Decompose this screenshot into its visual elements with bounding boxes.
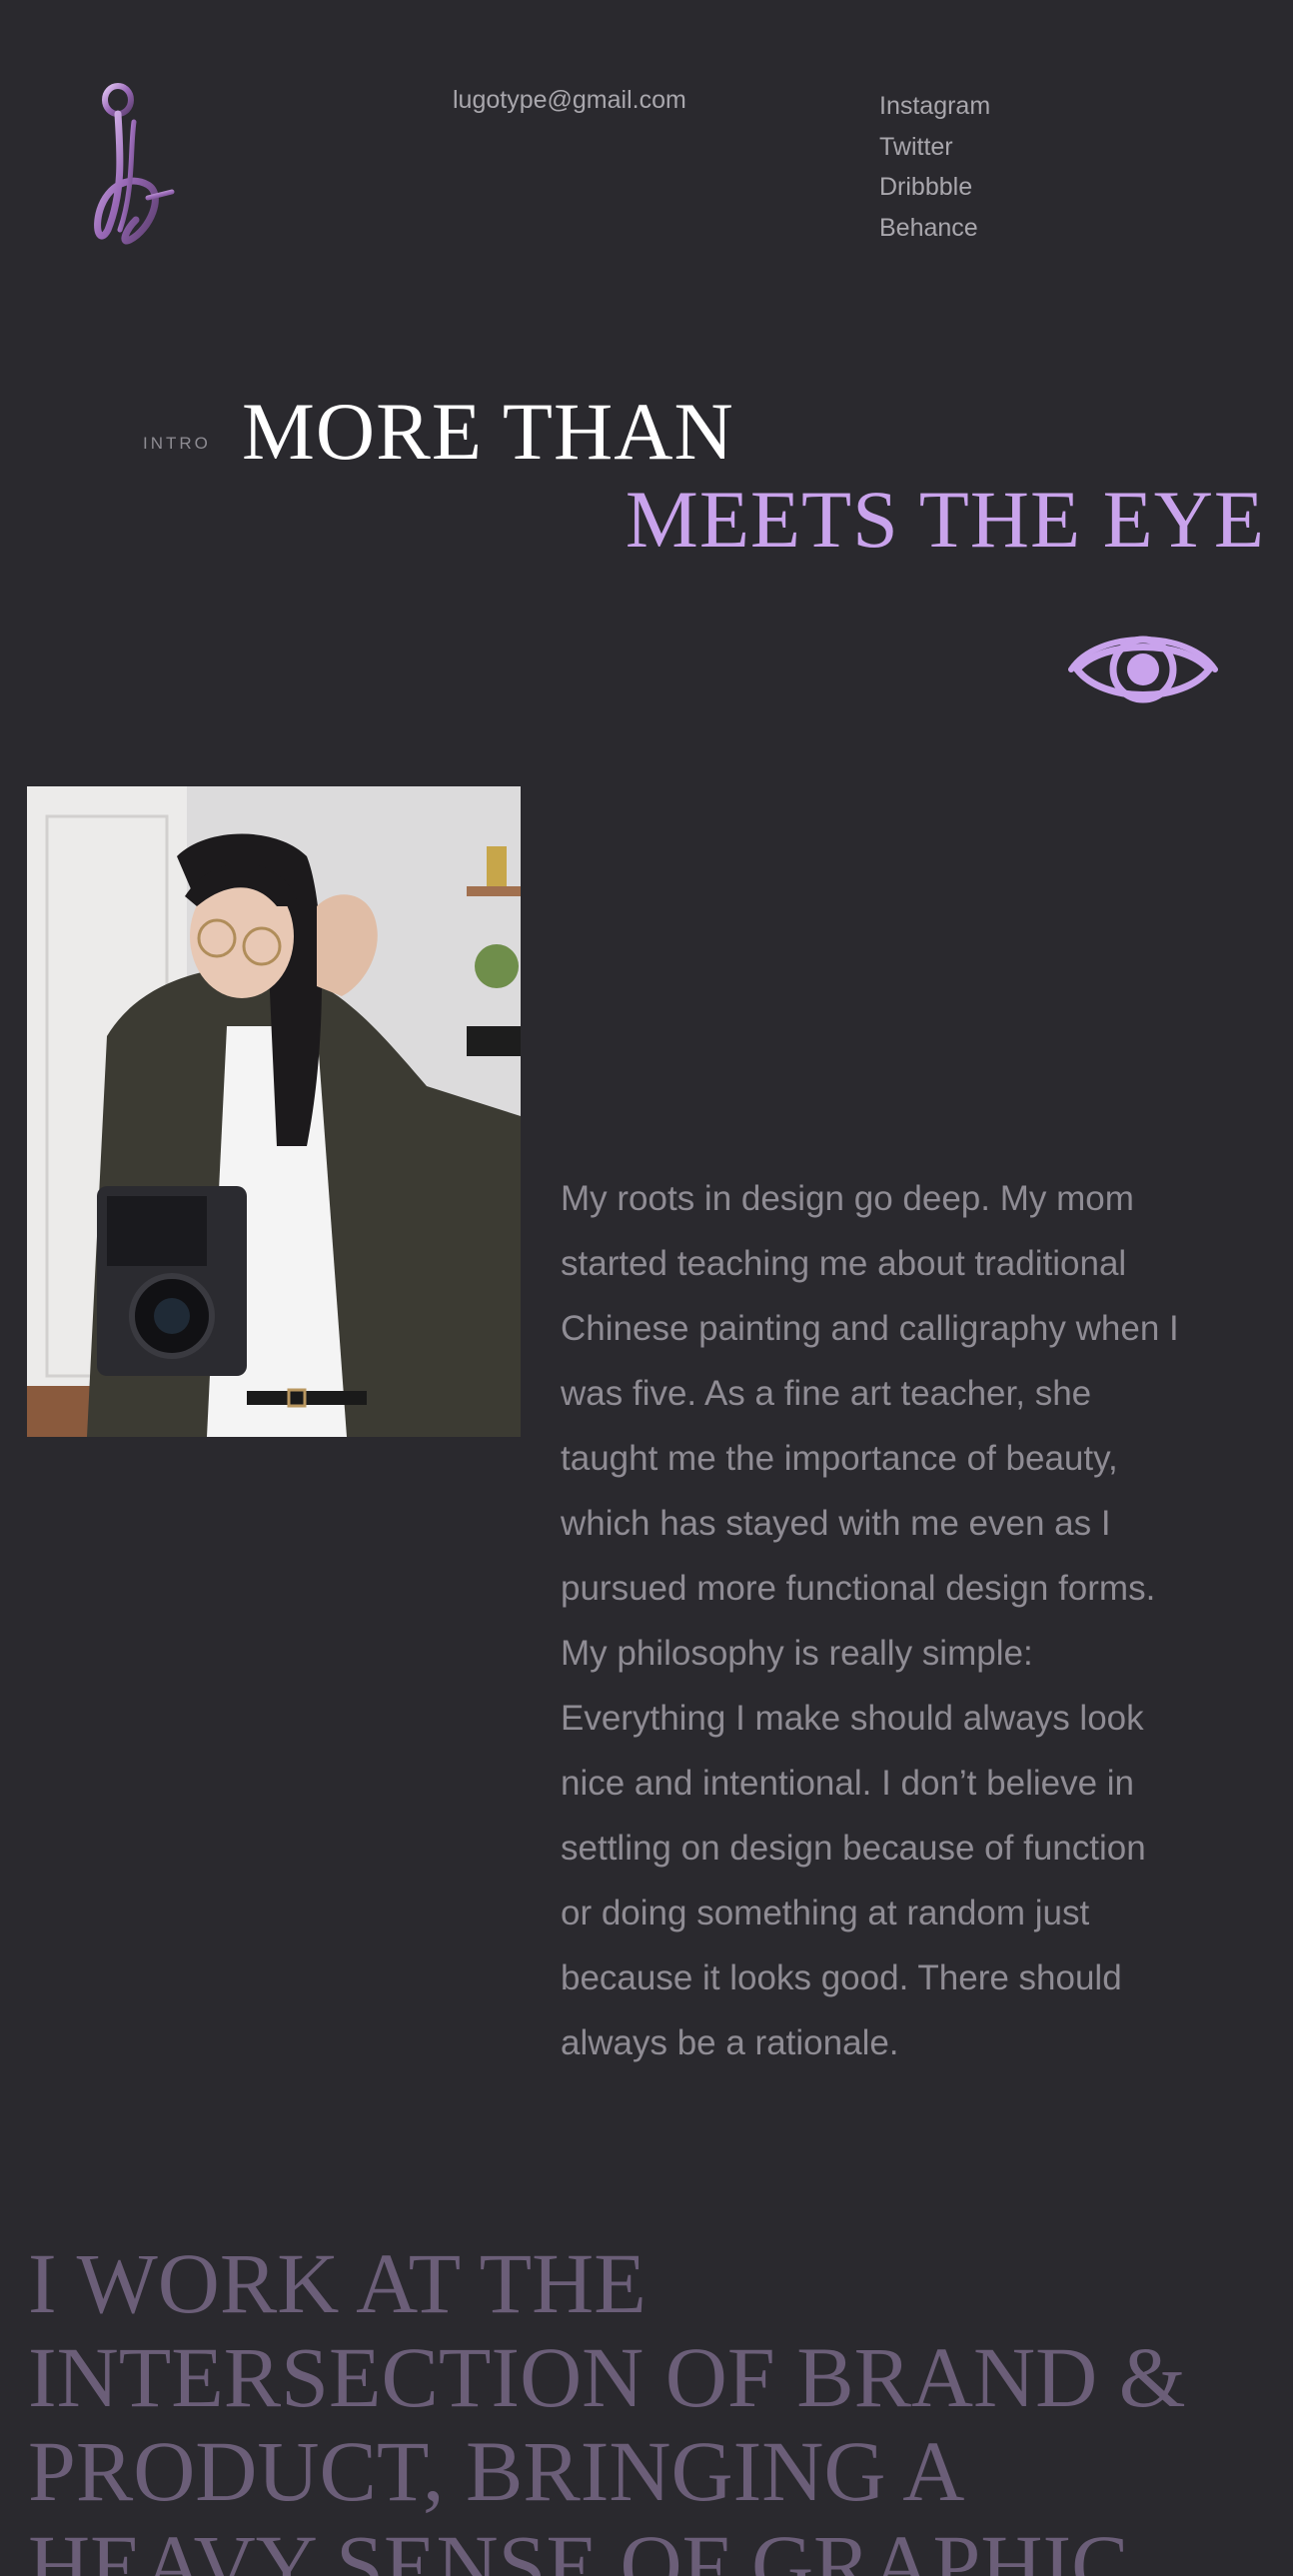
instagram-link[interactable]: Instagram bbox=[879, 86, 990, 127]
behance-link[interactable]: Behance bbox=[879, 208, 990, 249]
monogram-logo-icon[interactable] bbox=[90, 80, 180, 250]
statement-line: HEAVY SENSE OF GRAPHIC bbox=[28, 2517, 1129, 2576]
bio-line: because it looks good. There should bbox=[561, 1958, 1122, 1997]
bio-line: pursued more functional design forms. bbox=[561, 1569, 1156, 1608]
bio-line: or doing something at random just bbox=[561, 1894, 1090, 1932]
dribbble-link[interactable]: Dribbble bbox=[879, 167, 990, 208]
statement-line: PRODUCT, BRINGING A bbox=[28, 2423, 965, 2519]
heading-line-1: MORE THAN bbox=[242, 386, 734, 477]
social-links: Instagram Twitter Dribbble Behance bbox=[879, 86, 990, 248]
bio-line: Everything I make should always look bbox=[561, 1699, 1144, 1738]
bio-line: nice and intentional. I don’t believe in bbox=[561, 1764, 1135, 1803]
bio-line: settling on design because of function bbox=[561, 1829, 1146, 1868]
statement-line: INTERSECTION OF BRAND & bbox=[28, 2329, 1186, 2425]
bio-line: Chinese painting and calligraphy when I bbox=[561, 1309, 1179, 1348]
bio-line: started teaching me about traditional bbox=[561, 1244, 1127, 1283]
bio-line: always be a rationale. bbox=[561, 2023, 899, 2062]
statement-heading: I WORK AT THE INTERSECTION OF BRAND & PR… bbox=[28, 2236, 1277, 2576]
portrait-photo bbox=[27, 786, 521, 1437]
page: lugotype@gmail.com Instagram Twitter Dri… bbox=[0, 0, 1293, 2576]
heading-line-2: MEETS THE EYE bbox=[625, 474, 1265, 565]
bio-line: which has stayed with me even as I bbox=[561, 1504, 1111, 1543]
eye-icon bbox=[1068, 636, 1218, 703]
bio-line: My roots in design go deep. My mom bbox=[561, 1179, 1134, 1218]
bio-text: My roots in design go deep. My mom start… bbox=[561, 1166, 1260, 2075]
statement-line: I WORK AT THE bbox=[28, 2235, 646, 2331]
intro-label: INTRO bbox=[143, 434, 211, 453]
portrait-illustration bbox=[27, 786, 521, 1437]
twitter-link[interactable]: Twitter bbox=[879, 127, 990, 168]
bio-line: My philosophy is really simple: bbox=[561, 1634, 1033, 1673]
bio-line: taught me the importance of beauty, bbox=[561, 1439, 1118, 1478]
email-link[interactable]: lugotype@gmail.com bbox=[453, 86, 686, 115]
bio-line: was five. As a fine art teacher, she bbox=[561, 1374, 1092, 1413]
